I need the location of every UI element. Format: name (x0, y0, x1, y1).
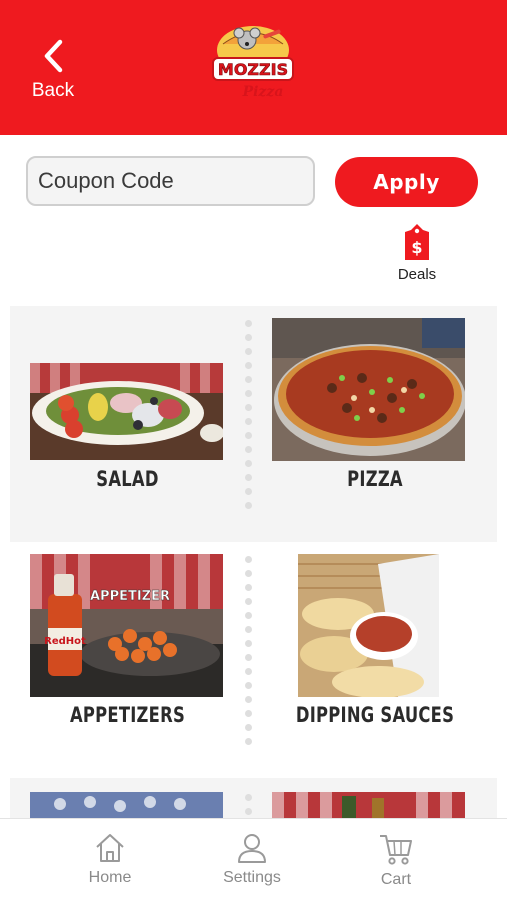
app-screen: Back MOZZIS Pizza Apply $ Deals (0, 0, 507, 900)
apply-button[interactable]: Apply (335, 157, 478, 207)
category-row (10, 778, 497, 818)
category-label: APPETIZERS (70, 703, 185, 727)
divider-dots (245, 320, 253, 516)
coupon-code-input[interactable] (26, 156, 315, 206)
mozzis-pizza-logo: MOZZIS Pizza (212, 26, 294, 100)
dipping-sauces-photo (298, 554, 439, 697)
person-icon (238, 834, 266, 863)
pizza-photo (272, 318, 465, 461)
nav-settings-label: Settings (223, 869, 281, 886)
divider-dots (245, 556, 253, 752)
svg-text:RedHot: RedHot (44, 636, 86, 647)
logo-wordmark: MOZZIS (218, 60, 288, 79)
nav-home[interactable]: Home (65, 831, 155, 887)
price-tag-dollar-icon: $ (405, 224, 429, 260)
back-label: Back (31, 80, 75, 101)
category-row: RedHot APPETIZER APPETIZERS DIPPING SAUC… (10, 542, 497, 778)
header-bar: Back MOZZIS Pizza (0, 0, 507, 135)
category-salad[interactable]: SALAD (10, 306, 245, 542)
category-label: PIZZA (347, 467, 403, 491)
nav-settings[interactable]: Settings (207, 831, 297, 887)
deals-button[interactable]: $ Deals (392, 222, 442, 296)
category-photo-partial[interactable] (272, 792, 465, 818)
home-icon (96, 834, 124, 862)
appetizers-photo: RedHot APPETIZER (30, 554, 223, 697)
category-pizza[interactable]: PIZZA (253, 306, 497, 542)
category-label: SALAD (96, 467, 159, 491)
deals-label: Deals (397, 266, 437, 283)
bottom-navigation: Home Settings Cart (0, 818, 507, 900)
appetizer-photo-caption: APPETIZER (90, 589, 170, 604)
nav-home-label: Home (88, 869, 132, 886)
logo-script: Pizza (242, 84, 284, 100)
salad-photo (30, 363, 223, 460)
category-row: SALAD PIZZA (10, 306, 497, 542)
cart-icon (380, 835, 412, 865)
category-appetizers[interactable]: RedHot APPETIZER APPETIZERS (10, 542, 245, 778)
category-label: DIPPING SAUCES (295, 703, 455, 727)
category-dipping-sauces[interactable]: DIPPING SAUCES (253, 542, 497, 778)
nav-cart-label: Cart (380, 871, 412, 888)
chevron-left-icon (44, 39, 63, 73)
back-button[interactable]: Back (22, 38, 84, 110)
svg-text:$: $ (411, 238, 422, 257)
category-photo-partial[interactable] (30, 792, 223, 818)
nav-cart[interactable]: Cart (351, 831, 441, 889)
